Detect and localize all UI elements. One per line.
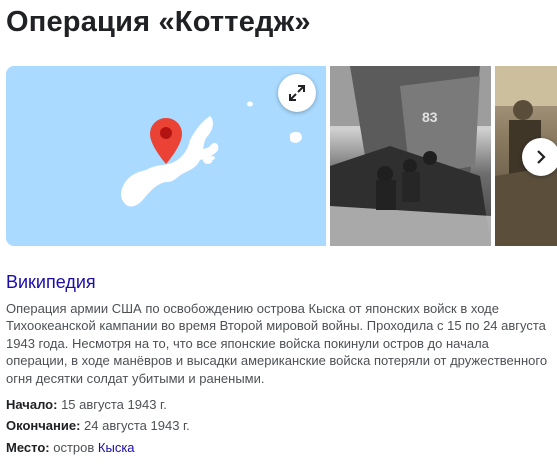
gallery-next-button[interactable]	[522, 138, 557, 176]
island-shape	[247, 101, 253, 107]
island-shape	[290, 131, 302, 143]
page-title: Операция «Коттедж»	[6, 6, 311, 38]
fact-start: Начало: 15 августа 1943 г.	[6, 397, 167, 412]
map-pin-icon	[150, 118, 182, 164]
island-shape	[209, 156, 215, 160]
fact-value: 15 августа 1943 г.	[61, 397, 167, 412]
map-thumbnail[interactable]	[6, 66, 326, 246]
fact-place: Место: остров Кыска	[6, 440, 135, 455]
fact-label: Место:	[6, 440, 50, 455]
fact-value: остров	[53, 440, 95, 455]
chevron-right-icon	[537, 150, 546, 164]
gallery-photo[interactable]: 83	[330, 66, 491, 246]
fact-label: Начало:	[6, 397, 58, 412]
place-link[interactable]: Кыска	[98, 440, 135, 455]
image-gallery: 83	[6, 66, 557, 246]
description: Операция армии США по освобождению остро…	[6, 301, 548, 386]
expand-icon	[289, 85, 305, 101]
fact-label: Окончание:	[6, 418, 81, 433]
source-link[interactable]: Википедия	[6, 272, 96, 293]
fact-value: 24 августа 1943 г.	[84, 418, 190, 433]
fact-end: Окончание: 24 августа 1943 г.	[6, 418, 190, 433]
svg-text:83: 83	[422, 109, 438, 125]
expand-map-button[interactable]	[278, 74, 316, 112]
